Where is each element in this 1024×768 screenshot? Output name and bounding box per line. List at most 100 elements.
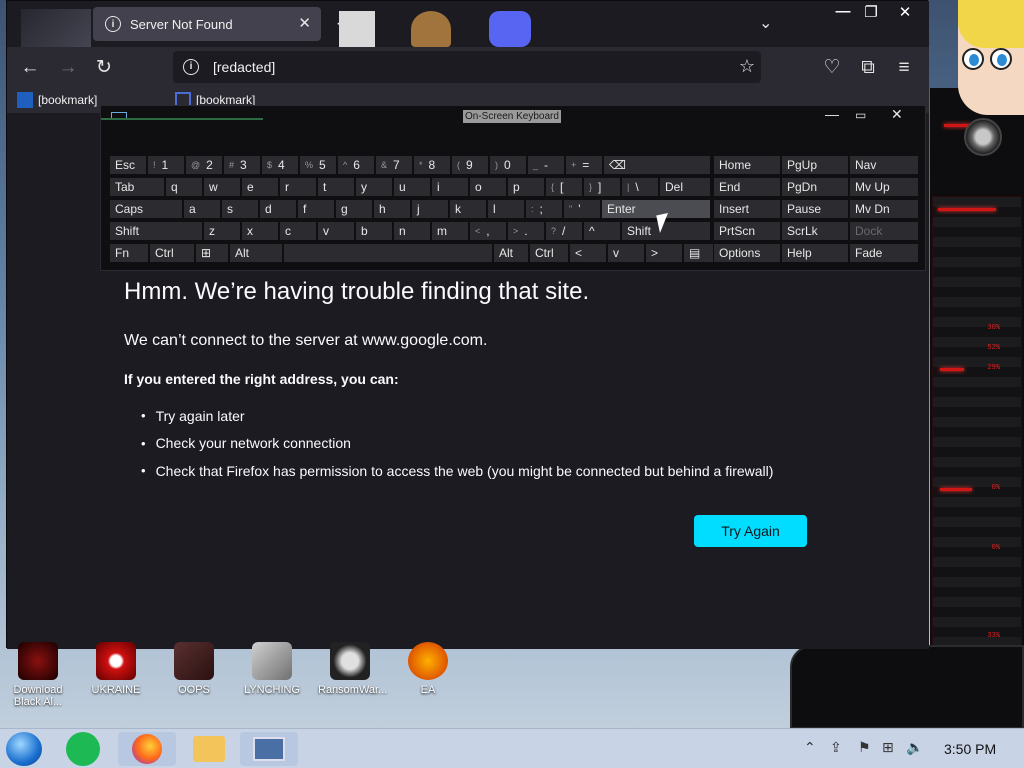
osk-key[interactable]: q <box>165 177 203 197</box>
osk-key[interactable]: Alt <box>493 243 529 263</box>
osk-key[interactable]: m <box>431 221 469 241</box>
osk-key[interactable]: n <box>393 221 431 241</box>
osk-key[interactable]: Insert <box>713 199 781 219</box>
osk-close-icon[interactable]: ✕ <box>891 106 903 123</box>
osk-key[interactable]: g <box>335 199 373 219</box>
reload-button[interactable]: ↻ <box>91 55 117 81</box>
osk-key[interactable]: v <box>317 221 355 241</box>
osk-key[interactable]: Options <box>713 243 781 263</box>
osk-key[interactable]: PgUp <box>781 155 849 175</box>
osk-key[interactable]: ! 1 <box>147 155 185 175</box>
osk-key[interactable]: Esc <box>109 155 147 175</box>
url-input[interactable] <box>213 56 713 78</box>
osk-key[interactable]: Alt <box>229 243 283 263</box>
osk-key[interactable]: % 5 <box>299 155 337 175</box>
close-window-icon[interactable]: ✕ <box>887 3 923 25</box>
osk-key[interactable]: Ctrl <box>149 243 195 263</box>
taskbar-clock[interactable]: 3:50 PM <box>944 741 996 757</box>
osk-key[interactable]: Shift <box>109 221 203 241</box>
osk-key[interactable]: h <box>373 199 411 219</box>
osk-key[interactable]: ⊞ <box>195 243 229 263</box>
osk-key[interactable]: | \ <box>621 177 659 197</box>
osk-key[interactable]: ^ 6 <box>337 155 375 175</box>
forward-button[interactable]: → <box>55 55 81 81</box>
osk-key[interactable]: ? / <box>545 221 583 241</box>
desktop-icon-ukraine[interactable]: UKRAINE <box>84 642 148 696</box>
osk-key[interactable]: Mv Dn <box>849 199 919 219</box>
show-hidden-icons-icon[interactable]: ⌃ <box>804 739 816 756</box>
osk-key[interactable]: Fn <box>109 243 149 263</box>
osk-key[interactable]: <, <box>469 221 507 241</box>
bookmark-star-icon[interactable]: ☆ <box>739 56 755 77</box>
osk-key[interactable]: r <box>279 177 317 197</box>
osk-key[interactable]: ⌫ <box>603 155 711 175</box>
osk-key[interactable]: >. <box>507 221 545 241</box>
address-bar[interactable]: i ☆ <box>173 51 761 83</box>
osk-key[interactable]: c <box>279 221 317 241</box>
osk-key[interactable]: s <box>221 199 259 219</box>
osk-key[interactable]: k <box>449 199 487 219</box>
osk-key[interactable]: PrtScn <box>713 221 781 241</box>
desktop-icon-lynching[interactable]: LYNCHING <box>240 642 304 696</box>
osk-key[interactable]: End <box>713 177 781 197</box>
osk-key[interactable]: f <box>297 199 335 219</box>
osk-key[interactable]: " ' <box>563 199 601 219</box>
osk-key[interactable]: {[ <box>545 177 583 197</box>
osk-key[interactable]: + = <box>565 155 603 175</box>
osk-maximize-icon[interactable]: ▭ <box>855 108 866 122</box>
osk-key[interactable]: ) 0 <box>489 155 527 175</box>
taskbar-osk[interactable] <box>240 732 298 766</box>
try-again-button[interactable]: Try Again <box>694 515 807 547</box>
bookmark-item-1[interactable]: [bookmark] <box>17 92 97 108</box>
osk-key[interactable]: Pause <box>781 199 849 219</box>
osk-key[interactable]: :; <box>525 199 563 219</box>
taskbar-firefox[interactable] <box>118 732 176 766</box>
extensions-icon[interactable]: ⧉ <box>855 55 881 81</box>
desktop-icon-ea[interactable]: EA <box>396 642 460 696</box>
osk-key[interactable]: x <box>241 221 279 241</box>
osk-key[interactable]: z <box>203 221 241 241</box>
osk-key[interactable]: ScrLk <box>781 221 849 241</box>
osk-key[interactable] <box>283 243 493 263</box>
osk-key[interactable]: b <box>355 221 393 241</box>
osk-key[interactable]: & 7 <box>375 155 413 175</box>
osk-key[interactable]: _ - <box>527 155 565 175</box>
desktop-icon-oops[interactable]: OOPS <box>162 642 226 696</box>
network-tray-icon[interactable]: ⇪ <box>830 739 842 756</box>
osk-key[interactable]: * 8 <box>413 155 451 175</box>
desktop-icon-ransomware[interactable]: RansomWar... <box>318 642 387 696</box>
maximize-window-icon[interactable]: ❐ <box>853 3 889 25</box>
osk-key[interactable]: v <box>607 243 645 263</box>
list-all-tabs-icon[interactable]: ⌄ <box>759 13 772 33</box>
osk-key[interactable]: $4 <box>261 155 299 175</box>
osk-minimize-icon[interactable]: — <box>825 106 839 122</box>
osk-key[interactable]: j <box>411 199 449 219</box>
osk-key[interactable]: Nav <box>849 155 919 175</box>
osk-key[interactable]: (9 <box>451 155 489 175</box>
osk-key[interactable]: t <box>317 177 355 197</box>
osk-key[interactable]: y <box>355 177 393 197</box>
pinned-tab-thumbnail[interactable] <box>21 9 91 47</box>
osk-key[interactable]: p <box>507 177 545 197</box>
spotify-icon[interactable] <box>66 732 100 766</box>
pocket-icon[interactable]: ♡ <box>819 55 845 81</box>
back-button[interactable]: ← <box>17 55 43 81</box>
osk-key[interactable]: Tab <box>109 177 165 197</box>
close-tab-icon[interactable]: ✕ <box>298 14 311 32</box>
menu-icon[interactable]: ≡ <box>891 55 917 81</box>
osk-key[interactable]: o <box>469 177 507 197</box>
osk-key[interactable]: Del <box>659 177 711 197</box>
osk-key[interactable]: Mv Up <box>849 177 919 197</box>
osk-key[interactable]: Ctrl <box>529 243 569 263</box>
network-status-icon[interactable]: ⊞ <box>882 739 894 756</box>
osk-key[interactable]: d <box>259 199 297 219</box>
osk-key[interactable]: @2 <box>185 155 223 175</box>
osk-key[interactable]: w <box>203 177 241 197</box>
osk-key[interactable]: > <box>645 243 683 263</box>
desktop-icon-download[interactable]: Download Black Al... <box>6 642 70 708</box>
start-button[interactable] <box>6 732 42 766</box>
osk-key[interactable]: e <box>241 177 279 197</box>
osk-key[interactable]: i <box>431 177 469 197</box>
osk-key[interactable]: Home <box>713 155 781 175</box>
osk-key[interactable]: Help <box>781 243 849 263</box>
